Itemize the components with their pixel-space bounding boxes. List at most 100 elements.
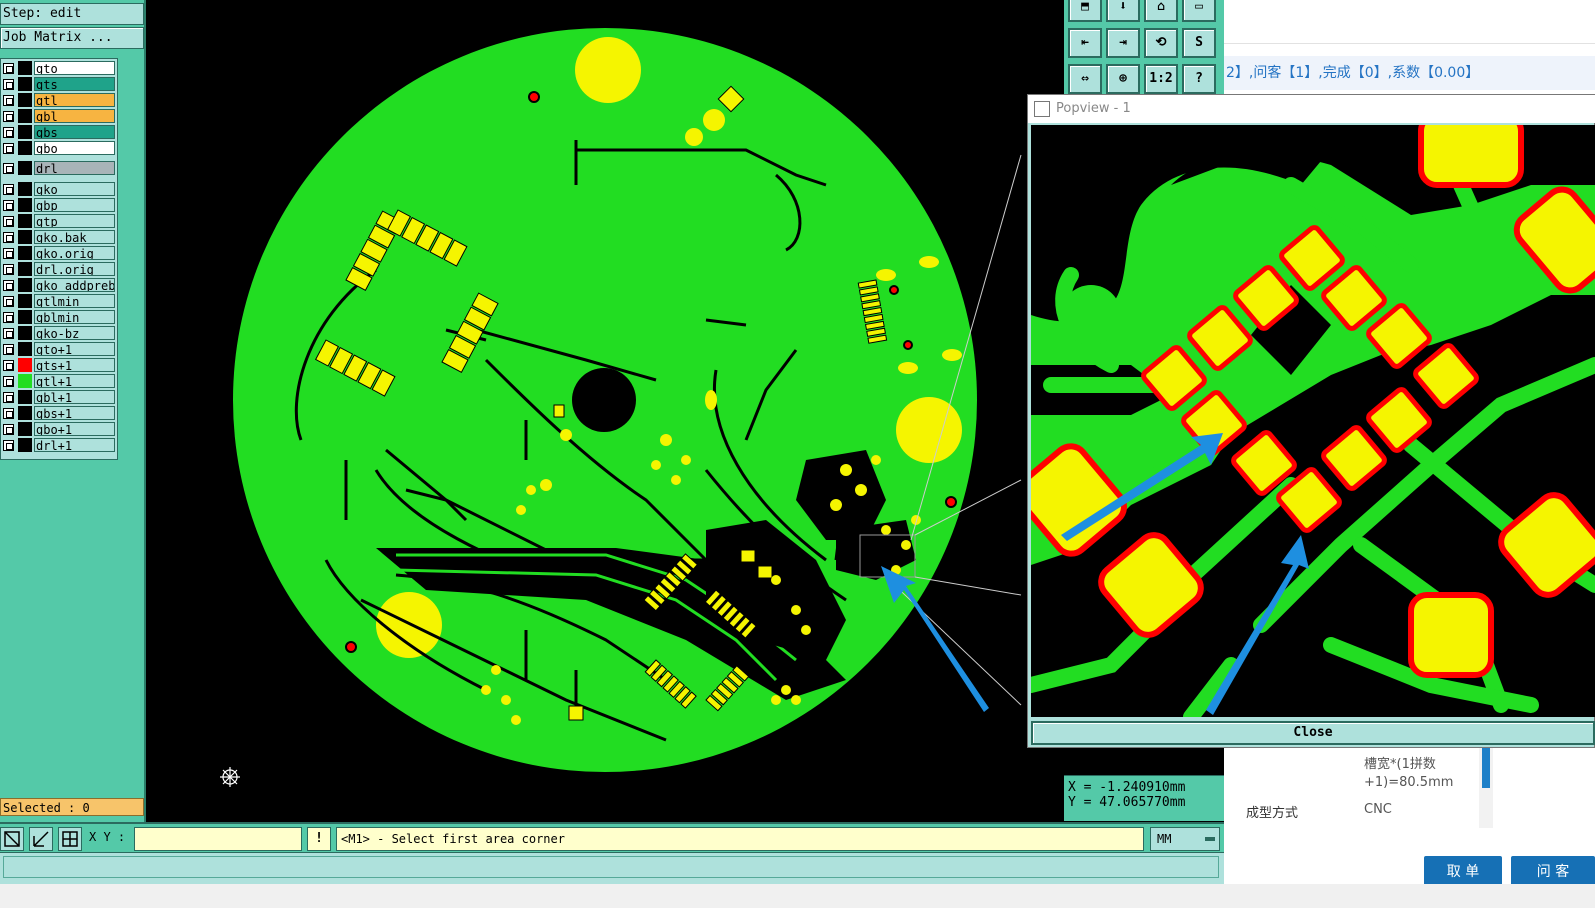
layer-checkbox[interactable] [3, 408, 14, 419]
layer-name[interactable]: gbl+1 [34, 390, 115, 404]
layer-row[interactable]: gto+1 [1, 341, 117, 356]
layer-row[interactable]: gbs+1 [1, 405, 117, 420]
layer-row[interactable]: gts+1 [1, 357, 117, 372]
layer-name[interactable]: drl.orig [34, 262, 115, 276]
layer-name[interactable]: gtl [34, 93, 115, 107]
zoom-left-icon[interactable]: ⇤ [1068, 28, 1102, 58]
measure-icon[interactable] [29, 827, 53, 851]
layer-row[interactable]: drl.orig [1, 261, 117, 276]
layer-color-swatch[interactable] [18, 161, 32, 175]
scrollbar-thumb[interactable] [1482, 748, 1490, 788]
layer-color-swatch[interactable] [18, 61, 32, 75]
layer-name[interactable]: gblmin [34, 310, 115, 324]
layer-row[interactable]: gts [1, 76, 117, 91]
layer-row[interactable]: gblmin [1, 309, 117, 324]
scale-icon[interactable]: 1:2 [1144, 64, 1178, 94]
layer-checkbox[interactable] [3, 280, 14, 291]
fit-center-icon[interactable]: ⊕ [1106, 64, 1140, 94]
layer-name[interactable]: gbs+1 [34, 406, 115, 420]
layer-color-swatch[interactable] [18, 326, 32, 340]
layer-checkbox[interactable] [3, 392, 14, 403]
zoom-right-icon[interactable]: ⇥ [1106, 28, 1140, 58]
layer-row[interactable]: gbp [1, 197, 117, 212]
layer-checkbox[interactable] [3, 376, 14, 387]
layer-name[interactable]: gtl+1 [34, 374, 115, 388]
layer-checkbox[interactable] [3, 440, 14, 451]
layer-checkbox[interactable] [3, 296, 14, 307]
layer-row[interactable]: gtp [1, 213, 117, 228]
layer-color-swatch[interactable] [18, 246, 32, 260]
layer-checkbox[interactable] [3, 200, 14, 211]
layer-row[interactable]: gko_addpreb [1, 277, 117, 292]
layer-checkbox[interactable] [3, 328, 14, 339]
layer-row[interactable]: gtlmin [1, 293, 117, 308]
layer-name[interactable]: gbo+1 [34, 422, 115, 436]
layer-color-swatch[interactable] [18, 406, 32, 420]
layer-checkbox[interactable] [3, 264, 14, 275]
job-matrix-button[interactable]: Job Matrix ... [0, 27, 144, 49]
layer-checkbox[interactable] [3, 216, 14, 227]
layer-name[interactable]: gbp [34, 198, 115, 212]
layer-color-swatch[interactable] [18, 310, 32, 324]
layer-color-swatch[interactable] [18, 125, 32, 139]
layer-name[interactable]: gts+1 [34, 358, 115, 372]
units-select[interactable]: MM [1150, 827, 1220, 851]
snap-icon[interactable] [0, 827, 24, 851]
layer-checkbox[interactable] [3, 143, 14, 154]
close-button[interactable]: Close [1031, 721, 1595, 745]
layer-row[interactable]: gbl [1, 108, 117, 123]
layer-name[interactable]: gbs [34, 125, 115, 139]
layer-name[interactable]: drl [34, 161, 115, 175]
layer-name[interactable]: gto+1 [34, 342, 115, 356]
pcb-canvas[interactable] [146, 0, 1064, 822]
home-icon[interactable]: ⌂ [1144, 0, 1178, 22]
xy-input[interactable] [134, 827, 302, 851]
page-icon[interactable]: ⬒ [1068, 0, 1102, 22]
download-icon[interactable]: ⬇ [1106, 0, 1140, 22]
layer-checkbox[interactable] [3, 127, 14, 138]
layer-color-swatch[interactable] [18, 278, 32, 292]
layer-checkbox[interactable] [3, 312, 14, 323]
popview-canvas[interactable] [1031, 125, 1595, 717]
layer-color-swatch[interactable] [18, 141, 32, 155]
layer-row[interactable]: gbo+1 [1, 421, 117, 436]
layer-checkbox[interactable] [3, 184, 14, 195]
layer-name[interactable]: gko.bak [34, 230, 115, 244]
layer-name[interactable]: gtlmin [34, 294, 115, 308]
layer-name[interactable]: gko_addpreb [34, 278, 115, 292]
layer-color-swatch[interactable] [18, 262, 32, 276]
s-icon[interactable]: S [1182, 28, 1216, 58]
layer-row[interactable]: gko-bz [1, 325, 117, 340]
layer-name[interactable]: gto [34, 61, 115, 75]
layer-color-swatch[interactable] [18, 342, 32, 356]
layer-color-swatch[interactable] [18, 77, 32, 91]
layer-checkbox[interactable] [3, 63, 14, 74]
layer-color-swatch[interactable] [18, 109, 32, 123]
help-icon[interactable]: ? [1182, 64, 1216, 94]
layer-checkbox[interactable] [3, 79, 14, 90]
layer-checkbox[interactable] [3, 95, 14, 106]
layer-row[interactable]: gbl+1 [1, 389, 117, 404]
layer-checkbox[interactable] [3, 424, 14, 435]
layer-row[interactable]: gko.bak [1, 229, 117, 244]
layer-color-swatch[interactable] [18, 182, 32, 196]
layer-name[interactable]: drl+1 [34, 438, 115, 452]
fit-width-icon[interactable]: ⇔ [1068, 64, 1102, 94]
layer-row[interactable]: gko.orig [1, 245, 117, 260]
warning-icon[interactable]: ! [307, 827, 331, 851]
layer-color-swatch[interactable] [18, 214, 32, 228]
layer-checkbox[interactable] [3, 111, 14, 122]
layer-color-swatch[interactable] [18, 230, 32, 244]
layer-name[interactable]: gko [34, 182, 115, 196]
detail-scrollbar[interactable] [1479, 748, 1493, 828]
layer-color-swatch[interactable] [18, 390, 32, 404]
layer-name[interactable]: gko.orig [34, 246, 115, 260]
layer-checkbox[interactable] [3, 360, 14, 371]
layer-row[interactable]: gto [1, 60, 117, 75]
layer-color-swatch[interactable] [18, 358, 32, 372]
layer-color-swatch[interactable] [18, 294, 32, 308]
layer-color-swatch[interactable] [18, 422, 32, 436]
grid-icon[interactable] [58, 827, 82, 851]
layer-row[interactable]: drl [1, 160, 117, 175]
layer-name[interactable]: gko-bz [34, 326, 115, 340]
